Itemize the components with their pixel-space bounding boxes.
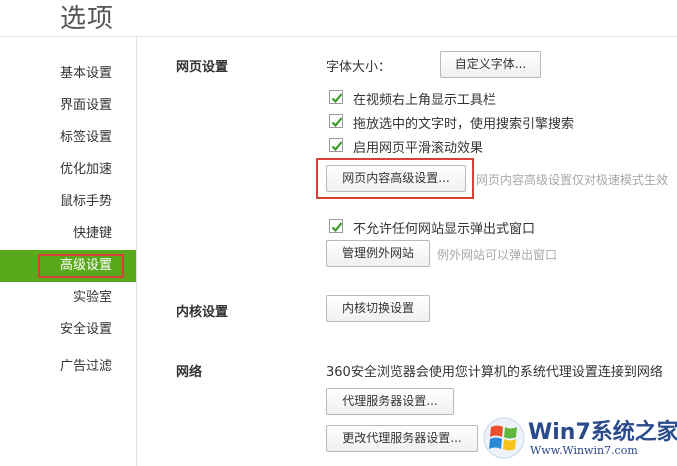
check-icon [331, 117, 343, 128]
sidebar-item-interface[interactable]: 界面设置 [60, 97, 112, 115]
change-proxy-settings-button[interactable]: 更改代理服务器设置... [326, 425, 478, 452]
advanced-settings-hint: 网页内容高级设置仅对极速模式生效 [476, 173, 669, 187]
network-description: 360安全浏览器会使用您计算机的系统代理设置连接到网络 [326, 365, 663, 380]
checkbox-label-video-toolbar: 在视频右上角显示工具栏 [353, 93, 497, 108]
windows-logo-icon [483, 417, 525, 459]
exceptions-hint: 例外网站可以弹出窗口 [437, 248, 558, 262]
checkbox-smooth-scroll[interactable] [329, 138, 343, 152]
sidebar-item-security[interactable]: 安全设置 [60, 321, 112, 339]
section-kernel-settings: 内核设置 [176, 305, 229, 320]
proxy-settings-button[interactable]: 代理服务器设置... [326, 388, 454, 415]
checkbox-drag-search[interactable] [329, 114, 343, 128]
check-icon [331, 222, 343, 233]
sidebar-item-tabs[interactable]: 标签设置 [60, 129, 112, 147]
manage-exceptions-button[interactable]: 管理例外网站 [326, 240, 430, 267]
font-size-label: 字体大小： [326, 60, 392, 75]
checkbox-video-toolbar[interactable] [329, 90, 343, 104]
custom-font-button[interactable]: 自定义字体... [440, 51, 541, 78]
checkbox-label-block-popups: 不允许任何网站显示弹出式窗口 [353, 222, 536, 237]
check-icon [331, 93, 343, 104]
kernel-switch-button[interactable]: 内核切换设置 [326, 295, 430, 322]
check-icon [331, 141, 343, 152]
sidebar-item-optimize[interactable]: 优化加速 [60, 161, 112, 179]
sidebar-item-basic[interactable]: 基本设置 [60, 65, 112, 83]
section-network: 网络 [176, 365, 203, 380]
sidebar-item-lab[interactable]: 实验室 [73, 289, 112, 307]
sidebar: 基本设置 界面设置 标签设置 优化加速 鼠标手势 快捷键 高级设置 实验室 安全… [0, 37, 137, 466]
page-title: 选项 [60, 4, 115, 34]
watermark-title: Win7系统之家 [528, 420, 677, 445]
sidebar-item-ad-filter[interactable]: 广告过滤 [60, 358, 112, 376]
checkbox-block-popups[interactable] [329, 219, 343, 233]
sidebar-item-mouse-gestures[interactable]: 鼠标手势 [60, 193, 112, 211]
sidebar-item-advanced[interactable]: 高级设置 [60, 257, 112, 275]
section-web-settings: 网页设置 [176, 60, 229, 75]
sidebar-item-shortcuts[interactable]: 快捷键 [73, 225, 112, 243]
watermark-url: Www.Winwin7.com [530, 444, 638, 457]
watermark: Win7系统之家 Www.Winwin7.com [480, 412, 677, 466]
checkbox-label-drag-search: 拖放选中的文字时，使用搜索引擎搜索 [353, 117, 575, 132]
web-content-advanced-button[interactable]: 网页内容高级设置... [326, 165, 466, 192]
checkbox-label-smooth-scroll: 启用网页平滑滚动效果 [353, 141, 484, 156]
